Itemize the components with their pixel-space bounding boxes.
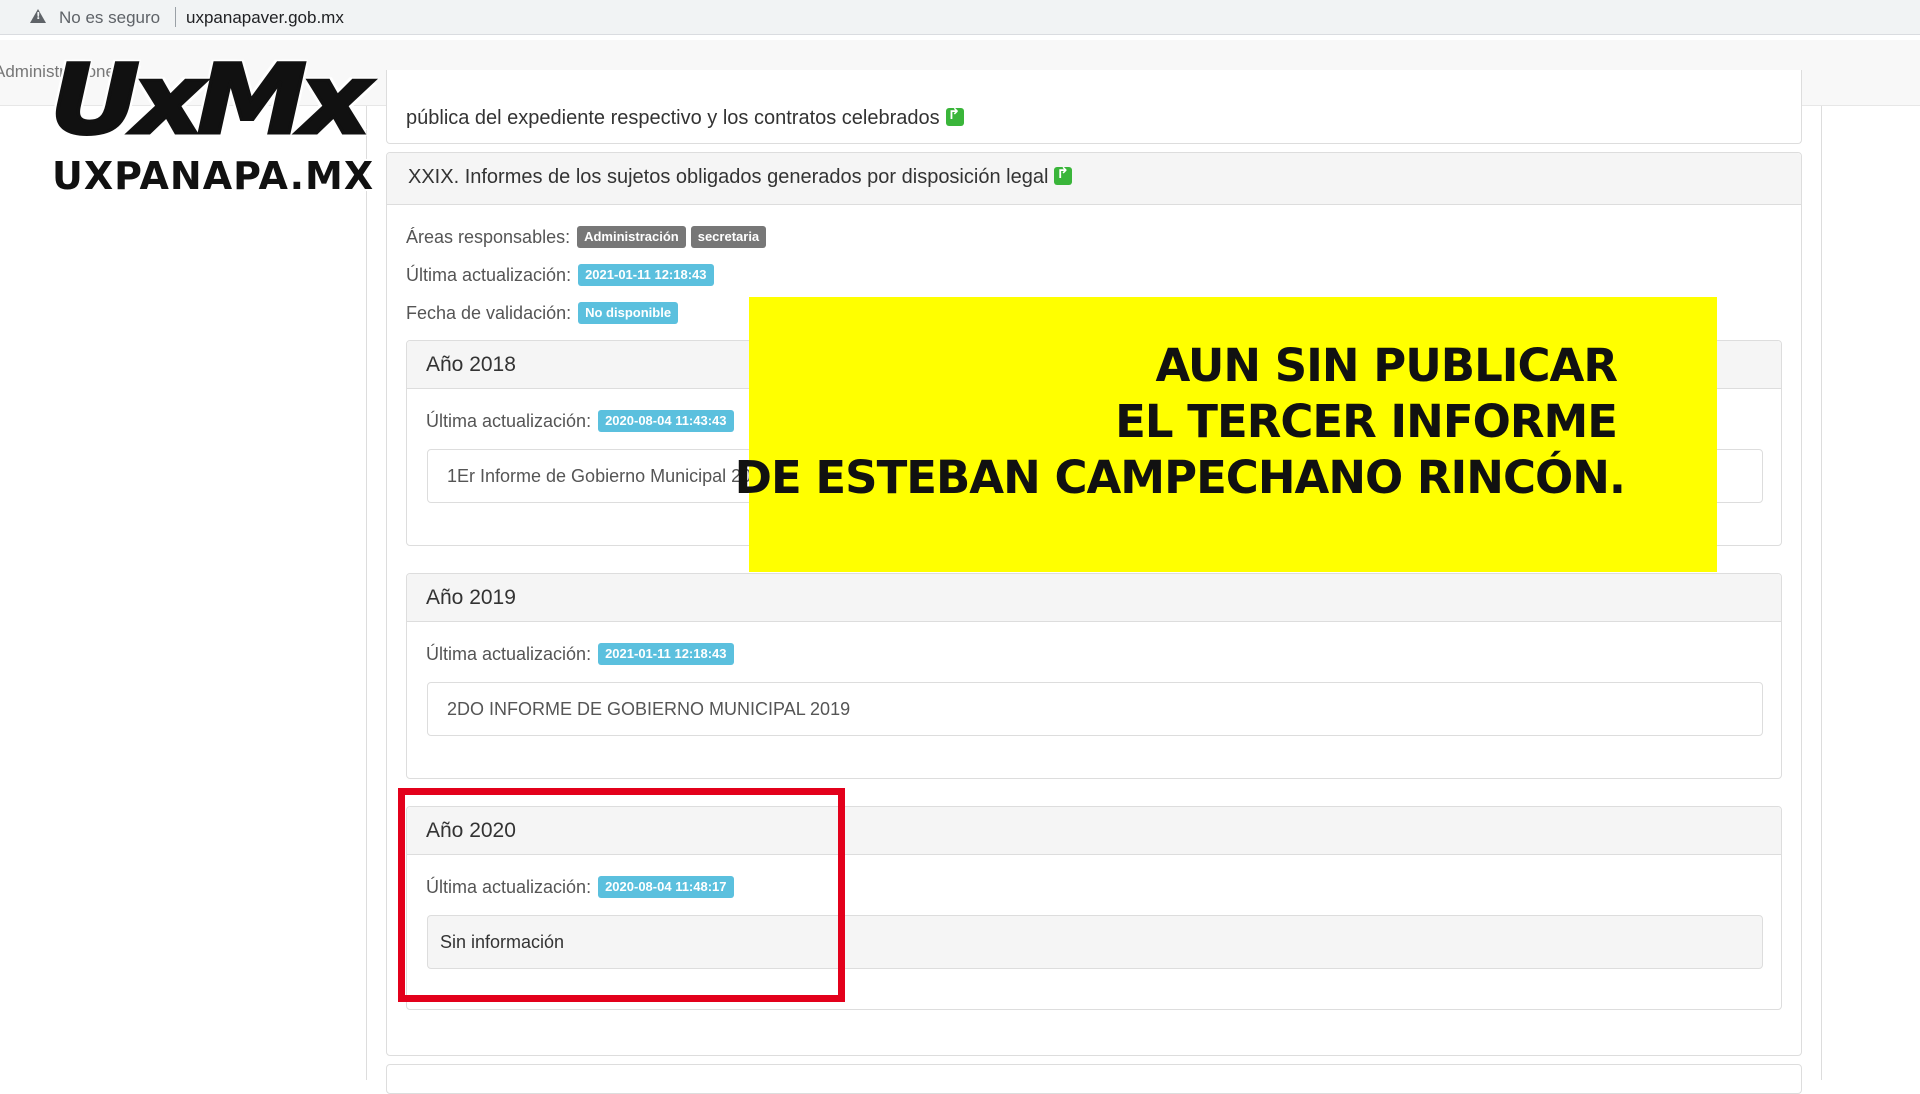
previous-section-label: pública del expediente respectivo y los … <box>406 107 940 129</box>
overlay-line-1: AUN SIN PUBLICAR <box>1155 339 1618 392</box>
document-link[interactable]: 2DO INFORME DE GOBIERNO MUNICIPAL 2019 <box>447 699 850 720</box>
section-xxix-title[interactable]: XXIX. Informes de los sujetos obligados … <box>408 164 1073 189</box>
updated-label: Última actualización: <box>426 410 592 431</box>
next-section-panel <box>386 1064 1802 1094</box>
logo-sub-text: UXPANAPA.MX <box>52 154 375 198</box>
browser-address-bar: No es seguro uxpanapaver.gob.mx <box>0 0 1920 35</box>
external-link-icon[interactable] <box>945 105 964 126</box>
overlay-line-3: DE ESTEBAN CAMPECHANO RINCÓN. <box>734 451 1626 504</box>
updated-label: Última actualización: <box>426 643 592 664</box>
updated-badge: 2021-01-11 12:18:43 <box>578 264 714 286</box>
year-updated-row: Última actualización: 2020-08-04 11:43:4… <box>426 410 734 432</box>
areas-row: Áreas responsables: Administración secre… <box>406 226 767 248</box>
area-badge: Administración <box>577 226 686 248</box>
overlay-line-2: EL TERCER INFORME <box>1115 395 1618 448</box>
validation-row: Fecha de validación: No disponible <box>406 302 679 324</box>
external-link-icon[interactable] <box>1054 164 1073 185</box>
url-divider <box>175 7 176 27</box>
logo-main-text: UxMx <box>48 44 373 156</box>
validation-badge: No disponible <box>578 302 679 324</box>
red-highlight-frame <box>398 788 845 1002</box>
document-item[interactable]: 2DO INFORME DE GOBIERNO MUNICIPAL 2019 <box>427 682 1763 736</box>
highlight-overlay: AUN SIN PUBLICAR EL TERCER INFORME DE ES… <box>735 297 1717 572</box>
year-updated-row: Última actualización: 2021-01-11 12:18:4… <box>426 643 734 665</box>
security-indicator[interactable]: No es seguro <box>59 8 160 28</box>
year-panel-2019: Año 2019 Última actualización: 2021-01-1… <box>406 573 1782 779</box>
area-badge: secretaria <box>690 226 767 248</box>
year-heading[interactable]: Año 2019 <box>407 574 1781 622</box>
section-title-text: XXIX. Informes de los sujetos obligados … <box>408 166 1049 188</box>
section-updated-row: Última actualización: 2021-01-11 12:18:4… <box>406 264 714 286</box>
updated-badge: 2021-01-11 12:18:43 <box>598 643 734 665</box>
uxmx-logo: UxMx UXPANAPA.MX <box>48 44 430 199</box>
validation-label: Fecha de validación: <box>406 302 572 323</box>
year-title: Año 2019 <box>426 586 516 609</box>
warning-icon[interactable] <box>30 9 46 23</box>
url-text[interactable]: uxpanapaver.gob.mx <box>186 8 344 28</box>
document-link[interactable]: 1Er Informe de Gobierno Municipal 2018 <box>447 466 771 487</box>
updated-badge: 2020-08-04 11:43:43 <box>598 410 734 432</box>
areas-label: Áreas responsables: <box>406 226 571 247</box>
year-title: Año 2018 <box>426 353 516 376</box>
updated-label: Última actualización: <box>406 264 572 285</box>
previous-section-text: pública del expediente respectivo y los … <box>406 105 964 130</box>
